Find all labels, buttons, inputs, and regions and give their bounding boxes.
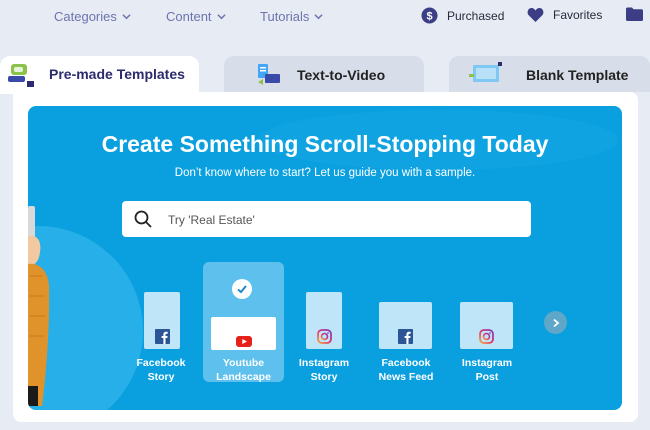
template-label: Facebook Story: [136, 356, 186, 384]
facebook-icon: [154, 329, 170, 344]
top-nav: Categories Content Tutorials $ Purchased…: [0, 0, 650, 36]
search-icon: [134, 210, 152, 228]
templates-icon: [8, 64, 34, 87]
facebook-icon: [398, 329, 413, 344]
search-input[interactable]: [166, 209, 510, 231]
hero-title: Create Something Scroll-Stopping Today: [101, 131, 549, 157]
nav-tutorials-label: Tutorials: [260, 9, 310, 24]
template-label: Instagram Post: [454, 356, 520, 384]
tab-text-to-video-label: Text-to-Video: [297, 67, 386, 83]
dollar-icon: $: [421, 7, 438, 24]
hero-banner: Create Something Scroll-Stopping Today D…: [28, 106, 622, 410]
chevron-down-icon: [122, 14, 131, 20]
tab-pre-made-templates[interactable]: Pre-made Templates: [0, 56, 199, 94]
nav-content-label: Content: [166, 9, 212, 24]
nav-categories-label: Categories: [54, 9, 117, 24]
template-label-line1: Instagram: [298, 357, 350, 369]
checkmark-icon: [232, 279, 252, 299]
template-label-line1: Facebook: [136, 357, 186, 369]
template-label: Facebook News Feed: [373, 356, 439, 384]
chevron-right-icon: [552, 318, 559, 327]
template-thumbnail: [460, 302, 513, 349]
template-instagram-post[interactable]: Instagram Post: [454, 302, 520, 384]
template-youtube-landscape[interactable]: Youtube Landscape: [203, 306, 284, 384]
nav-content[interactable]: Content: [166, 9, 226, 24]
chevron-down-icon: [216, 14, 226, 20]
template-label: Youtube Landscape: [203, 356, 284, 384]
tab-text-to-video[interactable]: Text-to-Video: [224, 56, 424, 92]
next-templates-button[interactable]: [544, 311, 567, 334]
tab-pre-made-templates-label: Pre-made Templates: [49, 66, 185, 82]
nav-favorites[interactable]: Favorites: [527, 7, 602, 23]
template-label-line2: Landscape: [216, 371, 271, 383]
template-facebook-news-feed[interactable]: Facebook News Feed: [373, 302, 439, 384]
template-search-box[interactable]: [122, 201, 531, 237]
template-label: Instagram Story: [296, 356, 352, 384]
instagram-icon: [316, 329, 332, 344]
hero-subtitle: Don’t know where to start? Let us guide …: [174, 167, 476, 179]
person-holding-phone-image: [28, 206, 50, 406]
tab-blank-template[interactable]: Blank Template: [449, 56, 650, 92]
template-instagram-story[interactable]: Instagram Story: [296, 292, 352, 384]
folder-icon: [626, 7, 643, 21]
nav-categories[interactable]: Categories: [54, 9, 131, 24]
template-label-line2: News Feed: [378, 371, 434, 383]
youtube-icon: [235, 336, 252, 347]
template-thumbnail: [379, 302, 432, 349]
heart-icon: [527, 8, 544, 22]
blank-template-icon: [469, 62, 502, 82]
template-thumbnail: [144, 292, 180, 349]
tab-blank-template-label: Blank Template: [526, 67, 629, 83]
template-thumbnail: [306, 292, 342, 349]
template-label-line2: Story: [147, 371, 175, 383]
text-to-video-icon: [258, 64, 280, 85]
template-label-line2: Story: [310, 371, 338, 383]
instagram-icon: [479, 329, 494, 344]
chevron-down-icon: [314, 14, 323, 20]
folder-button[interactable]: [626, 7, 643, 21]
template-thumbnail: [211, 317, 276, 350]
template-label-line2: Post: [475, 371, 499, 383]
template-label-line1: Facebook: [381, 357, 431, 369]
nav-tutorials[interactable]: Tutorials: [260, 9, 323, 24]
nav-purchased-label: Purchased: [447, 8, 505, 23]
nav-favorites-label: Favorites: [553, 8, 603, 22]
svg-text:$: $: [426, 11, 432, 23]
template-facebook-story[interactable]: Facebook Story: [136, 292, 186, 384]
template-label-line1: Youtube: [222, 357, 265, 369]
nav-purchased[interactable]: $ Purchased: [421, 7, 504, 24]
template-label-line1: Instagram: [461, 357, 513, 369]
